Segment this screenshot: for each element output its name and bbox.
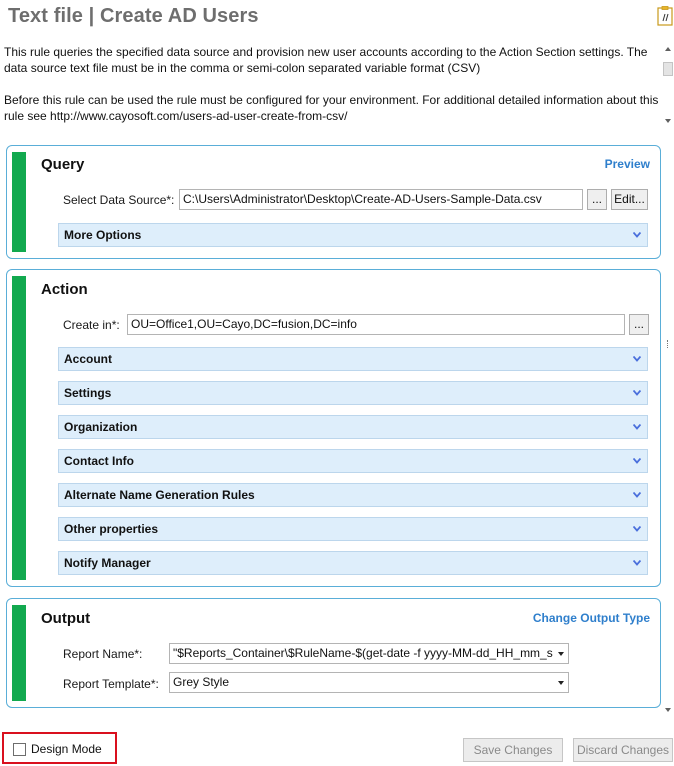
expander-label: Contact Info (64, 454, 134, 468)
chevron-down-icon (633, 424, 641, 430)
report-name-label: Report Name*: (63, 647, 143, 661)
action-section: Action Create in*: OU=Office1,OU=Cayo,DC… (6, 269, 661, 587)
chevron-down-icon (633, 390, 641, 396)
output-title: Output (41, 610, 91, 627)
dropdown-arrow-icon (558, 681, 564, 685)
report-name-select[interactable]: "$Reports_Container\$RuleName-$(get-date… (169, 643, 569, 664)
edit-data-source-button[interactable]: Edit... (611, 189, 648, 210)
chevron-down-icon (633, 560, 641, 566)
page-title: Text file | Create AD Users (8, 5, 259, 27)
notify-manager-expander[interactable]: Notify Manager (58, 551, 648, 575)
discard-changes-button[interactable]: Discard Changes (573, 738, 673, 762)
scrollbar-grip (667, 340, 669, 348)
scroll-down-icon[interactable] (665, 708, 671, 712)
action-title: Action (41, 281, 88, 298)
chevron-down-icon (633, 526, 641, 532)
preview-link[interactable]: Preview (605, 157, 650, 171)
scrollbar-thumb[interactable] (664, 130, 673, 670)
change-output-type-link[interactable]: Change Output Type (533, 611, 650, 625)
chevron-down-icon (633, 356, 641, 362)
report-name-value: "$Reports_Container\$RuleName-$(get-date… (173, 646, 553, 660)
expander-label: Settings (64, 386, 112, 400)
scrollbar-thumb[interactable] (663, 62, 673, 76)
expander-label: Notify Manager (64, 556, 151, 570)
browse-data-source-button[interactable]: ... (587, 189, 607, 210)
create-in-input[interactable]: OU=Office1,OU=Cayo,DC=fusion,DC=info (127, 314, 625, 335)
settings-expander[interactable]: Settings (58, 381, 648, 405)
scroll-up-icon[interactable] (665, 47, 671, 51)
section-accent-bar (12, 605, 26, 701)
design-mode-checkbox[interactable] (13, 743, 26, 756)
chevron-down-icon (633, 232, 641, 238)
dropdown-arrow-icon (558, 652, 564, 656)
document-icon[interactable] (657, 6, 673, 26)
rule-description: This rule queries the specified data sou… (4, 44, 660, 128)
create-in-label: Create in*: (63, 318, 120, 332)
report-template-label: Report Template*: (63, 677, 159, 691)
query-section: Query Preview Select Data Source*: C:\Us… (6, 145, 661, 259)
main-scrollbar[interactable] (663, 130, 674, 715)
data-source-input[interactable]: C:\Users\Administrator\Desktop\Create-AD… (179, 189, 583, 210)
query-title: Query (41, 156, 85, 173)
browse-ou-button[interactable]: ... (629, 314, 649, 335)
more-options-expander[interactable]: More Options (58, 223, 648, 247)
section-accent-bar (12, 152, 26, 252)
contact-info-expander[interactable]: Contact Info (58, 449, 648, 473)
chevron-down-icon (633, 458, 641, 464)
organization-expander[interactable]: Organization (58, 415, 648, 439)
other-properties-expander[interactable]: Other properties (58, 517, 648, 541)
design-mode-label: Design Mode (31, 742, 102, 756)
expander-label: More Options (64, 228, 142, 242)
description-paragraph-2: Before this rule can be used the rule mu… (4, 93, 659, 123)
design-mode-toggle[interactable]: Design Mode (2, 732, 117, 764)
output-section: Output Change Output Type Report Name*: … (6, 598, 661, 708)
report-template-value: Grey Style (173, 675, 230, 689)
scroll-down-icon[interactable] (665, 119, 671, 123)
expander-label: Organization (64, 420, 138, 434)
save-changes-button[interactable]: Save Changes (463, 738, 563, 762)
expander-label: Other properties (64, 522, 159, 536)
report-template-select[interactable]: Grey Style (169, 672, 569, 693)
description-scrollbar[interactable] (662, 44, 674, 126)
expander-label: Account (64, 352, 112, 366)
chevron-down-icon (633, 492, 641, 498)
data-source-label: Select Data Source*: (63, 193, 175, 207)
expander-label: Alternate Name Generation Rules (64, 488, 255, 502)
alternate-name-rules-expander[interactable]: Alternate Name Generation Rules (58, 483, 648, 507)
section-accent-bar (12, 276, 26, 580)
description-paragraph-1: This rule queries the specified data sou… (4, 45, 648, 75)
account-expander[interactable]: Account (58, 347, 648, 371)
